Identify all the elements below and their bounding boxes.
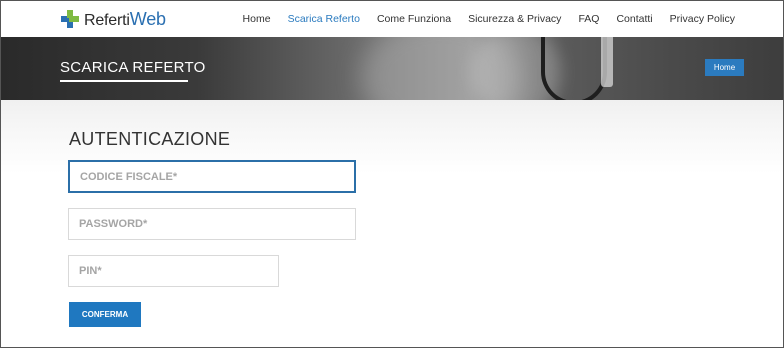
brand-name-part2: Web (129, 8, 166, 29)
pin-input[interactable] (68, 255, 279, 287)
medical-cross-icon (61, 10, 79, 28)
main-nav: Home Scarica Referto Come Funziona Sicur… (243, 1, 735, 37)
confirm-button[interactable]: CONFERMA (69, 302, 141, 327)
title-underline (60, 80, 188, 82)
nav-come-funziona[interactable]: Come Funziona (377, 13, 451, 25)
password-input[interactable] (68, 208, 356, 240)
brand-name-part1: Referti (84, 11, 130, 29)
stethoscope-image (541, 37, 607, 100)
section-title: AUTENTICAZIONE (69, 129, 231, 149)
site-logo[interactable]: RefertiWeb (61, 9, 166, 29)
nav-sicurezza-privacy[interactable]: Sicurezza & Privacy (468, 13, 561, 25)
page-title: SCARICA REFERTO (60, 59, 206, 76)
breadcrumb-home[interactable]: Home (705, 59, 744, 76)
nav-scarica-referto[interactable]: Scarica Referto (288, 13, 360, 25)
nav-privacy-policy[interactable]: Privacy Policy (670, 13, 735, 25)
page-banner: SCARICA REFERTO (1, 37, 783, 100)
nav-home[interactable]: Home (243, 13, 271, 25)
nav-contatti[interactable]: Contatti (616, 13, 652, 25)
codice-fiscale-input[interactable] (68, 160, 356, 193)
site-header: RefertiWeb Home Scarica Referto Come Fun… (1, 1, 783, 37)
brand-name: RefertiWeb (84, 9, 166, 30)
nav-faq[interactable]: FAQ (578, 13, 599, 25)
